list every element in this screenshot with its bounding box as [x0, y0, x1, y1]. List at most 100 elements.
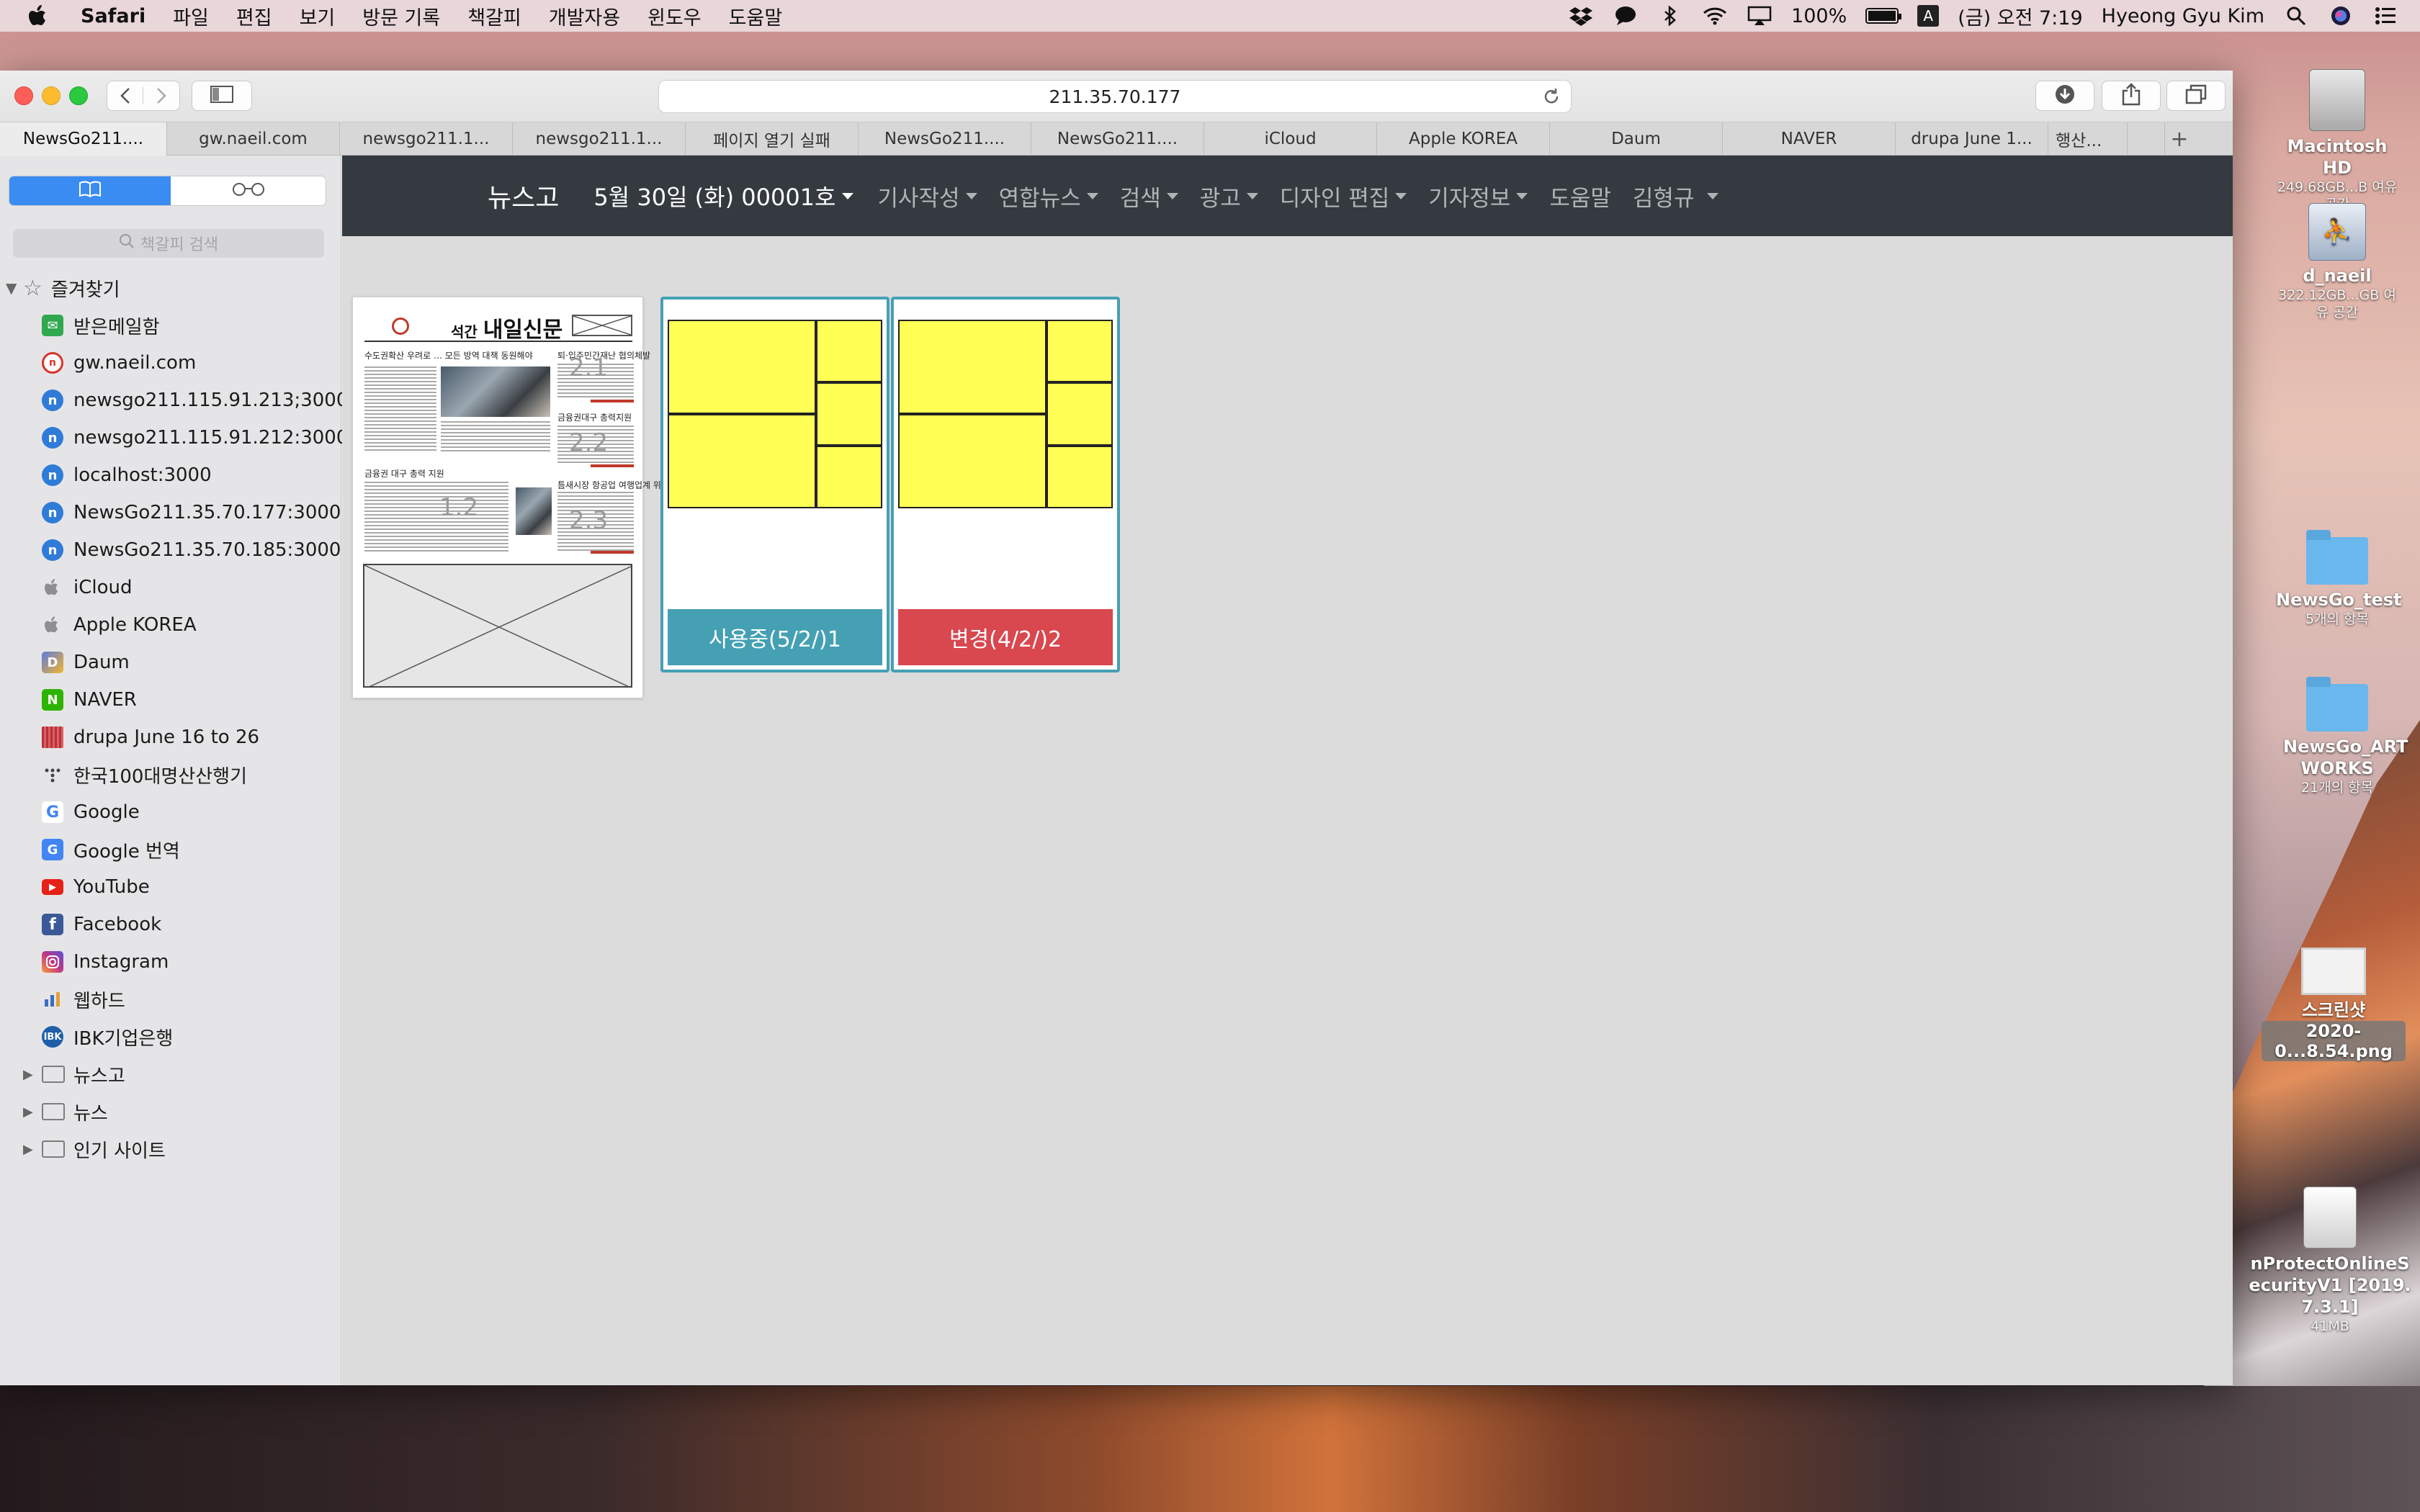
zoom-window-button[interactable] — [69, 86, 88, 105]
input-source-icon[interactable]: A — [1917, 5, 1940, 27]
bookmark-naver[interactable]: N NAVER — [0, 681, 341, 719]
bookmark-ibk[interactable]: IBK IBK기업은행 — [0, 1018, 341, 1056]
layout-block[interactable] — [816, 382, 882, 446]
layout-block[interactable] — [1047, 445, 1113, 508]
menu-help[interactable]: 도움말 — [729, 2, 783, 30]
desktop-icon-macintosh-hd[interactable]: Macintosh HD 249.68GB...B 여유 공간 — [2276, 69, 2398, 213]
tab-apple-korea[interactable]: Apple KOREA — [1377, 122, 1550, 156]
downloads-button[interactable] — [2035, 81, 2094, 111]
siri-icon[interactable] — [2328, 6, 2354, 26]
bookmark-google[interactable]: G Google — [0, 793, 341, 831]
layout-block[interactable] — [816, 445, 882, 508]
bookmark-inbox[interactable]: ✉ 받은메일함 — [0, 307, 341, 344]
tab-naver[interactable]: NAVER — [1723, 122, 1896, 156]
wifi-icon[interactable] — [1702, 6, 1728, 26]
bookmark-youtube[interactable]: ▶ YouTube — [0, 868, 341, 906]
navbar-brand[interactable]: 뉴스고 — [488, 177, 559, 215]
nav-ads[interactable]: 광고 — [1200, 180, 1258, 212]
desktop-icon-nprotect[interactable]: nProtectOnlineSecurityV1 [2019.7.3.1] 41… — [2247, 1187, 2413, 1335]
battery-icon[interactable] — [1865, 8, 1902, 24]
app-menu-safari[interactable]: Safari — [81, 5, 145, 27]
nav-help[interactable]: 도움말 — [1549, 180, 1611, 212]
notification-center-icon[interactable] — [2372, 6, 2398, 26]
sidebar-toggle-button[interactable] — [192, 81, 252, 111]
disclosure-closed-icon[interactable]: ▶ — [23, 1142, 37, 1157]
tab-newsgo-213[interactable]: newsgo211.1... — [340, 122, 513, 156]
bookmark-localhost[interactable]: n localhost:3000 — [0, 456, 341, 494]
tab-gw-naeil[interactable]: gw.naeil.com — [167, 122, 340, 156]
show-all-tabs-button[interactable] — [2166, 81, 2226, 111]
folder-popular-sites[interactable]: ▶ 인기 사이트 — [0, 1130, 341, 1168]
menu-clock[interactable]: (금) 오전 7:19 — [1958, 2, 2082, 30]
desktop-icon-newsgo-artworks[interactable]: NewsGo_ART WORKS 21개의 항목 — [2276, 677, 2408, 796]
layout-block[interactable] — [1047, 320, 1113, 383]
layout-card-in-use[interactable]: 사용중(5/2/)1 — [660, 297, 889, 672]
chat-bubble-icon[interactable] — [1613, 6, 1639, 26]
bookmark-daum[interactable]: D Daum — [0, 644, 341, 681]
desktop-icon-d-naeil[interactable]: ⛹ d_naeil 322.12GB...GB 여유 공간 — [2276, 203, 2398, 321]
menu-user[interactable]: Hyeong Gyu Kim — [2102, 5, 2264, 27]
menu-view[interactable]: 보기 — [300, 2, 336, 30]
menu-bookmarks[interactable]: 책갈피 — [467, 2, 521, 30]
favorites-header[interactable]: ▼ ☆ 즐겨찾기 — [0, 269, 341, 307]
bluetooth-icon[interactable] — [1657, 6, 1683, 26]
nav-reporter-info[interactable]: 기자정보 — [1428, 180, 1528, 212]
bookmark-newsgo-177[interactable]: n NewsGo211.35.70.177:3000 — [0, 494, 341, 531]
layout-block[interactable] — [898, 414, 1047, 508]
bookmark-newsgo-212[interactable]: n newsgo211.115.91.212:3000 — [0, 419, 348, 456]
layout-card-changed[interactable]: 변경(4/2/)2 — [891, 297, 1120, 672]
menu-develop[interactable]: 개발자용 — [549, 2, 620, 30]
nav-yonhap-news[interactable]: 연합뉴스 — [999, 180, 1098, 212]
bookmark-search-field[interactable]: 책갈피 검색 — [13, 229, 324, 258]
bookmark-hiking[interactable]: 한국100대명산산행기 — [0, 756, 341, 793]
tab-icloud[interactable]: iCloud — [1204, 122, 1377, 156]
disclosure-closed-icon[interactable]: ▶ — [23, 1067, 37, 1082]
disclosure-open-icon[interactable]: ▼ — [6, 279, 20, 297]
tab-newsgo-active[interactable]: NewsGo211.... — [0, 122, 167, 156]
layout-block[interactable] — [1047, 382, 1113, 446]
apple-menu-icon[interactable] — [29, 4, 49, 27]
bookmark-newsgo-185[interactable]: n NewsGo211.35.70.185:3000 — [0, 531, 341, 569]
minimize-window-button[interactable] — [42, 86, 60, 105]
bookmark-google-translate[interactable]: G Google 번역 — [0, 831, 341, 868]
disclosure-closed-icon[interactable]: ▶ — [23, 1104, 37, 1120]
close-window-button[interactable] — [14, 86, 33, 105]
new-tab-button[interactable]: + — [2165, 122, 2194, 156]
nav-user-menu[interactable]: 김형규 — [1633, 180, 1719, 212]
bookmark-icloud[interactable]: iCloud — [0, 569, 341, 606]
layout-block[interactable] — [668, 414, 816, 508]
tab-newsgo-212[interactable]: newsgo211.1... — [513, 122, 686, 156]
bookmark-drupa[interactable]: drupa June 16 to 26 — [0, 719, 341, 756]
address-bar[interactable]: 211.35.70.177 — [658, 80, 1572, 113]
nav-design-edit[interactable]: 디자인 편집 — [1280, 180, 1407, 212]
menu-window[interactable]: 윈도우 — [647, 2, 702, 30]
newspaper-page-thumbnail[interactable]: 석간 내일신문 수도권확산 우려로 … 모든 방역 대책 동원해야 퇴·입주민간재… — [352, 297, 669, 698]
menu-file[interactable]: 파일 — [173, 2, 209, 30]
airplay-icon[interactable] — [1747, 6, 1773, 26]
bookmark-apple-korea[interactable]: Apple KOREA — [0, 606, 341, 644]
layout-status-label[interactable]: 사용중(5/2/)1 — [668, 609, 882, 665]
menu-edit[interactable]: 편집 — [236, 2, 272, 30]
bookmark-facebook[interactable]: f Facebook — [0, 906, 341, 943]
bookmark-instagram[interactable]: Instagram — [0, 943, 341, 981]
folder-news[interactable]: ▶ 뉴스 — [0, 1093, 341, 1130]
layout-block[interactable] — [816, 320, 882, 383]
desktop-icon-newsgo-test[interactable]: NewsGo_test 5개의 항목 — [2276, 530, 2402, 628]
folder-newsgo[interactable]: ▶ 뉴스고 — [0, 1056, 341, 1093]
tab-daum[interactable]: Daum — [1550, 122, 1723, 156]
tab-newsgo-177[interactable]: NewsGo211.... — [859, 122, 1031, 156]
tab-page-failed[interactable]: 페이지 열기 실패 — [686, 122, 859, 156]
forward-icon[interactable] — [143, 87, 179, 104]
bookmark-webhard[interactable]: 웹하드 — [0, 981, 341, 1018]
tab-newsgo-185[interactable]: NewsGo211.... — [1031, 122, 1204, 156]
tab-drupa[interactable]: drupa June 1... — [1896, 122, 2048, 156]
share-button[interactable] — [2102, 81, 2161, 111]
nav-write-article[interactable]: 기사작성 — [878, 180, 977, 212]
layout-block[interactable] — [668, 320, 816, 414]
layout-status-label[interactable]: 변경(4/2/)2 — [898, 609, 1113, 665]
bookmark-gw-naeil[interactable]: n gw.naeil.com — [0, 344, 341, 382]
issue-dropdown[interactable]: 5월 30일 (화) 00001호 — [593, 179, 853, 212]
bookmark-newsgo-213[interactable]: n newsgo211.115.91.213;3000 — [0, 382, 348, 419]
tab-hiking[interactable]: 행산... — [2048, 122, 2128, 156]
reload-icon[interactable] — [1542, 87, 1561, 110]
